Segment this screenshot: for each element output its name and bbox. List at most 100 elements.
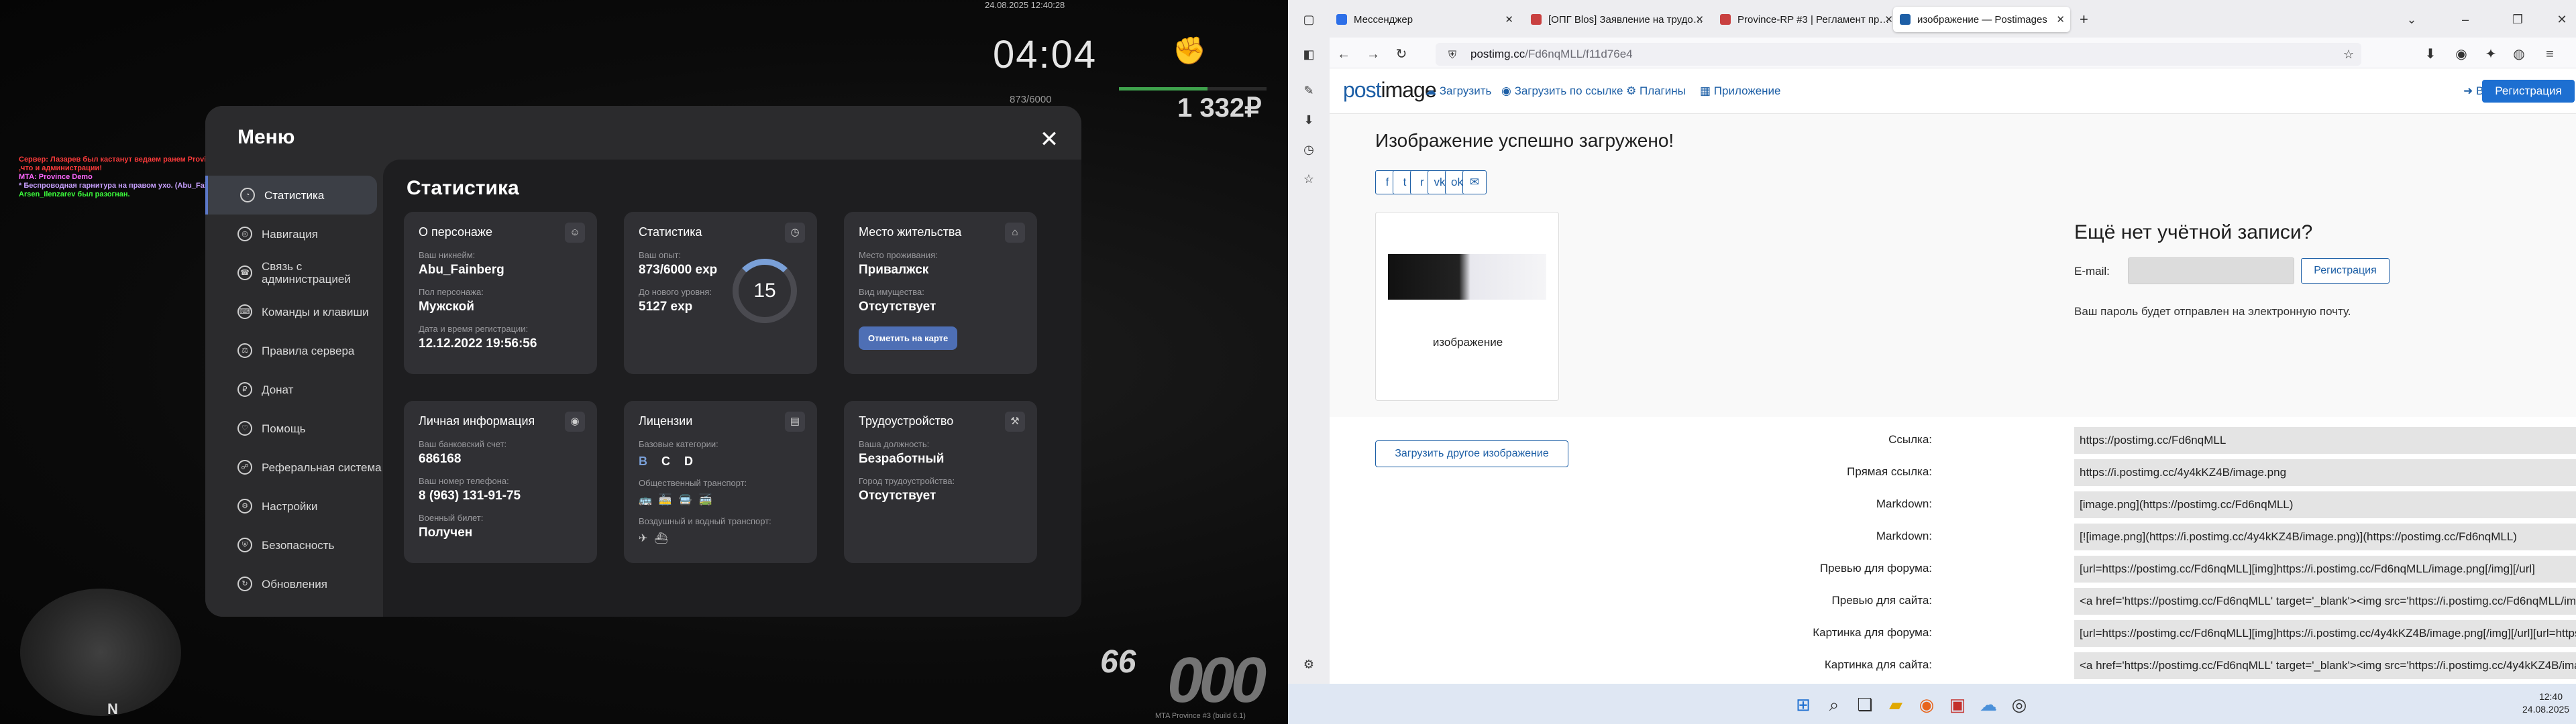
home-icon: ⌂ (1005, 223, 1025, 243)
nav-plugins[interactable]: ⚙ Плагины (1626, 84, 1686, 98)
menu-title: Меню (237, 126, 295, 148)
download-icon[interactable]: ⬇ (2422, 46, 2439, 63)
link-field[interactable]: [url=https://postimg.cc/Fd6nqMLL][img]ht… (2074, 620, 2576, 647)
hud-exp: 873/6000 (1010, 94, 1052, 105)
close-window-icon[interactable]: ✕ (2555, 12, 2569, 27)
card-title: Лицензии (639, 414, 693, 428)
nav-item-navigation[interactable]: ◎ Навигация (205, 215, 383, 253)
bookmark-star-icon[interactable]: ☆ (2340, 46, 2357, 63)
start-icon[interactable]: ⊞ (1790, 691, 1817, 718)
close-icon[interactable]: ✕ (1884, 13, 1893, 25)
link-field[interactable]: [url=https://postimg.cc/Fd6nqMLL][img]ht… (2074, 556, 2576, 583)
plane-icon: ✈⛴ (639, 533, 675, 544)
page-title: Изображение успешно загружено! (1375, 130, 1674, 151)
extensions-icon[interactable]: ✎ (1301, 83, 1316, 98)
reg-date-value: 12.12.2022 19:56:56 (419, 337, 537, 351)
game-icon[interactable]: ◎ (2006, 691, 2033, 718)
tab-postimages[interactable]: изображение — Postimages ✕ (1893, 7, 2070, 32)
link-field[interactable]: https://postimg.cc/Fd6nqMLL (2074, 427, 2576, 454)
tab-opg[interactable]: [ОПГ Blos] Заявление на трудо… ✕ (1524, 7, 1709, 32)
nav-item-contact-admin[interactable]: ☎ Связь с администрацией (205, 253, 383, 292)
task-view-icon[interactable]: ❏ (1851, 691, 1878, 718)
ruble-icon: ₽ (237, 382, 252, 397)
site-logo[interactable]: postimage (1343, 78, 1437, 103)
nav-item-help[interactable]: ♡ Помощь (205, 409, 383, 448)
email-register-button[interactable]: Регистрация (2301, 258, 2390, 284)
close-icon[interactable]: ✕ (1695, 13, 1704, 25)
system-clock[interactable]: 12:40 24.08.2025 (2522, 690, 2569, 716)
firefox-icon[interactable]: ◉ (1913, 691, 1940, 718)
shield-icon[interactable]: ⛨ (1444, 47, 1461, 64)
nav-upload-url[interactable]: ◉ Загрузить по ссылке (1501, 84, 1623, 98)
link-field[interactable]: <a href='https://postimg.cc/Fd6nqMLL' ta… (2074, 588, 2576, 615)
keyboard-icon: ⌨ (237, 304, 252, 319)
new-tab-button[interactable]: + (2073, 7, 2096, 32)
nav-item-label: Статистика (264, 188, 325, 202)
clock-time: 12:40 (2538, 691, 2563, 702)
position-value: Безработный (859, 452, 945, 466)
app-icon[interactable]: ▣ (1944, 691, 1971, 718)
nav-item-updates[interactable]: ↻ Обновления (205, 564, 383, 603)
account-icon[interactable]: ◉ (2453, 46, 2470, 63)
nav-item-rules[interactable]: ⚖ Правила сервера (205, 331, 383, 370)
license-icon: ▤ (785, 412, 805, 432)
nav-item-label: Помощь (262, 422, 306, 435)
tab-label: изображение — Postimages (1917, 13, 2047, 25)
link-field[interactable]: <a href='https://postimg.cc/Fd6nqMLL' ta… (2074, 652, 2576, 679)
register-button[interactable]: Регистрация (2482, 80, 2575, 103)
row-label: Markdown: (1876, 530, 1932, 542)
nav-item-donate[interactable]: ₽ Донат (205, 370, 383, 409)
link-field[interactable]: [![image.png](https://i.postimg.cc/4y4kK… (2074, 524, 2576, 550)
gear-icon[interactable]: ⚙ (1301, 657, 1316, 672)
card-title: Трудоустройство (859, 414, 954, 428)
search-icon[interactable]: ⌕ (1821, 691, 1847, 718)
link-row: Картинка для форума: [url=https://postimg… (1330, 618, 2576, 649)
back-icon[interactable]: ← (1335, 46, 1352, 63)
image-thumbnail[interactable] (1388, 254, 1546, 300)
tab-province[interactable]: Province-RP #3 | Регламент пр… ✕ (1713, 7, 1898, 32)
url-input[interactable]: postimg.cc/Fd6nqMLL/f11d76e4 (1436, 43, 2361, 66)
history-icon[interactable]: ▢ (1301, 12, 1316, 27)
reload-icon[interactable]: ↻ (1393, 46, 1410, 63)
image-thumbnail-card[interactable]: изображение (1375, 212, 1559, 401)
link-row: Markdown: [image.png](https://postimg.cc/… (1330, 489, 2576, 520)
menu-icon[interactable]: ≡ (2541, 46, 2559, 63)
close-icon[interactable]: ✕ (2056, 13, 2065, 25)
email-field[interactable] (2128, 257, 2294, 284)
close-icon[interactable]: ✕ (1037, 127, 1061, 152)
logo-post: post (1343, 78, 1381, 102)
extensions-icon[interactable]: ✦ (2482, 46, 2500, 63)
label: Город трудоустройства: (859, 476, 955, 486)
nav-app[interactable]: ▦ Приложение (1700, 84, 1781, 98)
link-row: Ссылка:https://postimg.cc/Fd6nqMLL⧉ (1330, 425, 2576, 456)
clock-icon[interactable]: ◷ (1301, 142, 1316, 157)
link-row: Прямая ссылка: https://i.postimg.cc/4y4kK… (1330, 457, 2576, 488)
account-heading: Ещё нет учётной записи? (2074, 221, 2313, 243)
nav-item-security[interactable]: ⛨ Безопасность (205, 526, 383, 564)
nav-item-settings[interactable]: ⚙ Настройки (205, 487, 383, 526)
nav-item-statistics[interactable]: ◔ Статистика (205, 176, 377, 215)
nav-item-referral[interactable]: ☍ Реферальная система (205, 448, 383, 487)
section-title: Статистика (407, 177, 519, 199)
notification-icon[interactable]: ◍ (2510, 46, 2528, 63)
job-city-value: Отсутствует (859, 489, 936, 503)
maximize-icon[interactable]: ❐ (2510, 12, 2525, 27)
chevron-down-icon[interactable]: ⌄ (2404, 12, 2419, 27)
link-field[interactable]: [image.png](https://postimg.cc/Fd6nqMLL) (2074, 491, 2576, 518)
minimize-icon[interactable]: – (2458, 12, 2473, 27)
cloud-icon[interactable]: ☁ (1975, 691, 2002, 718)
forward-icon[interactable]: → (1364, 46, 1382, 63)
folder-icon[interactable]: ▰ (1882, 691, 1909, 718)
sidebar-toggle-icon[interactable]: ◧ (1301, 47, 1316, 62)
mark-on-map-button[interactable]: Отметить на карте (859, 326, 958, 350)
tab-messenger[interactable]: Мессенджер ✕ (1330, 7, 1519, 32)
nav-item-commands[interactable]: ⌨ Команды и клавиши (205, 292, 383, 331)
nav-upload[interactable]: ☁ Загрузить (1425, 84, 1491, 98)
link-field[interactable]: https://i.postimg.cc/4y4kKZ4B/image.png (2074, 459, 2576, 486)
downloads-icon[interactable]: ⬇ (1301, 113, 1316, 127)
close-icon[interactable]: ✕ (1505, 13, 1513, 25)
url-host: postimg.cc (1470, 48, 1525, 60)
email-icon[interactable]: ✉ (1462, 170, 1487, 194)
bookmark-icon[interactable]: ☆ (1301, 172, 1316, 186)
menu-nav: ◔ Статистика ◎ Навигация ☎ Связь с админист… (205, 176, 383, 603)
